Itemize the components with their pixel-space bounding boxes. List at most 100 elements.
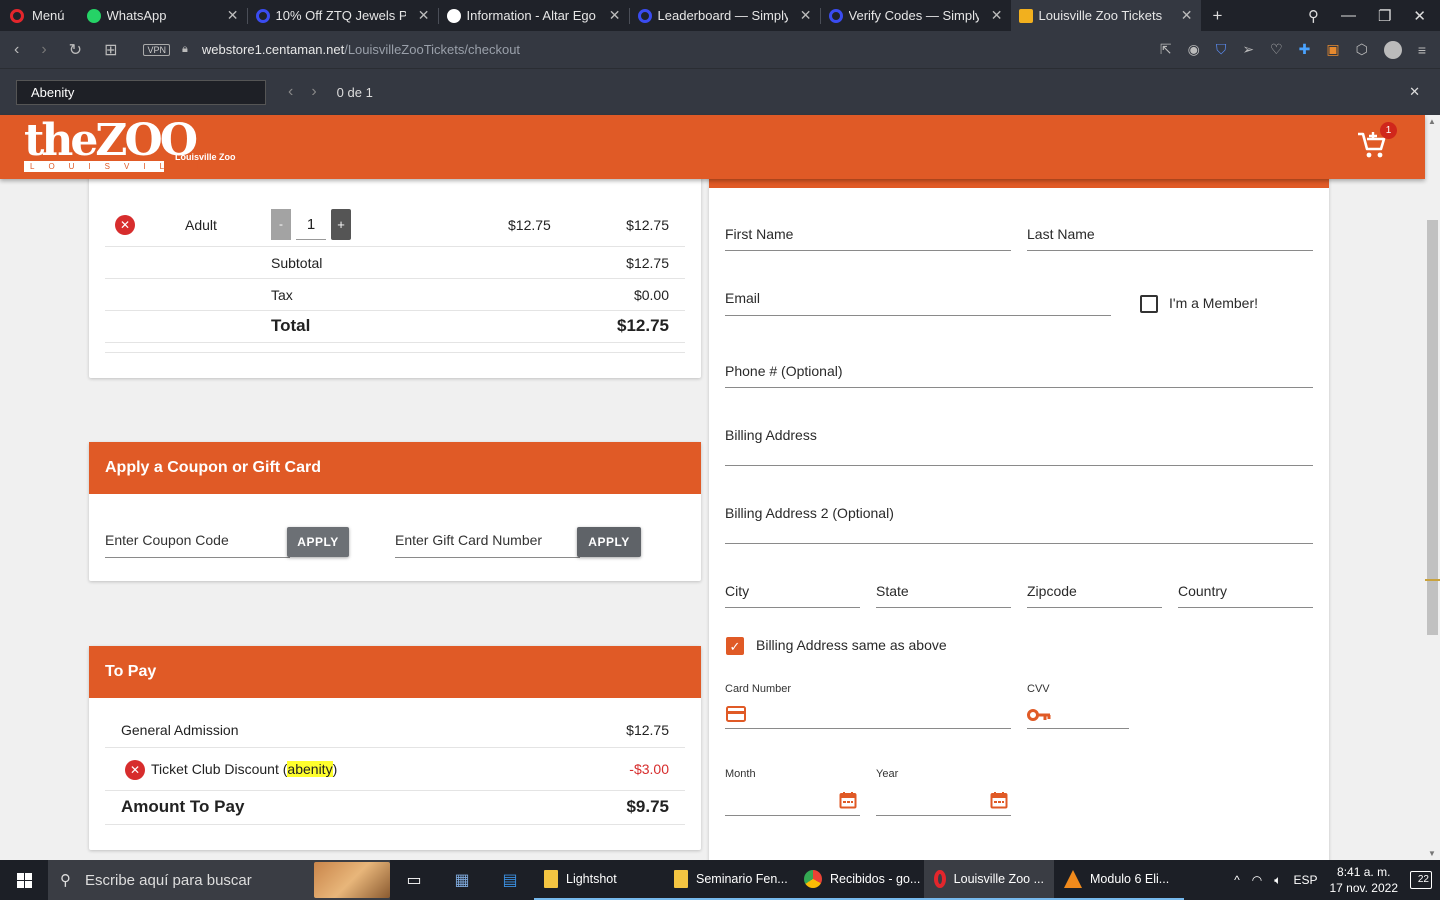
last-name-input[interactable]: [1027, 250, 1313, 251]
network-icon[interactable]: ◠: [1252, 873, 1262, 887]
taskbar-app-lightshot[interactable]: Lightshot: [534, 860, 664, 900]
tab-louisville-zoo[interactable]: Louisville Zoo Tickets ✕: [1010, 0, 1201, 31]
start-button[interactable]: [0, 860, 48, 900]
close-icon[interactable]: ✕: [794, 7, 812, 24]
taskbar-search[interactable]: ⚲ Escribe aquí para buscar: [48, 860, 390, 900]
logo-tagline: Louisville Zoo: [175, 152, 236, 162]
first-name-input[interactable]: [725, 250, 1011, 251]
share-icon[interactable]: ⇱: [1160, 41, 1172, 58]
city-label: City: [725, 583, 750, 599]
language-indicator[interactable]: ESP: [1293, 873, 1317, 887]
find-close-icon[interactable]: ✕: [1409, 84, 1420, 100]
tab-leaderboard[interactable]: Leaderboard — SimplyCo ✕: [630, 0, 820, 31]
calendar-icon[interactable]: [990, 791, 1008, 809]
restore-icon[interactable]: ❐: [1378, 7, 1391, 25]
zipcode-input[interactable]: [1027, 607, 1162, 608]
scroll-down-icon[interactable]: ▼: [1428, 849, 1436, 858]
qty-increment-button[interactable]: +: [331, 209, 351, 240]
tax-value: $0.00: [633, 287, 669, 303]
cart-item-row: ✕ Adult $12.75 $12.75: [105, 192, 685, 247]
back-icon[interactable]: ‹: [14, 41, 19, 59]
calendar-icon[interactable]: [839, 791, 857, 809]
zoo-logo[interactable]: theZOO LOUISVILLE: [24, 119, 202, 172]
qty-decrement-button[interactable]: -: [271, 209, 291, 240]
store-icon[interactable]: ▤: [486, 860, 534, 900]
billing-same-checkbox[interactable]: ✓: [726, 637, 744, 655]
billing-address-2-input[interactable]: [725, 543, 1313, 544]
close-window-icon[interactable]: ✕: [1413, 7, 1426, 25]
apply-gift-card-button[interactable]: APPLY: [577, 527, 641, 557]
taskbar-app-chrome[interactable]: Recibidos - go...: [794, 860, 924, 900]
extension-icon[interactable]: ✚: [1299, 41, 1311, 58]
year-input[interactable]: [876, 815, 1011, 816]
tab-whatsapp[interactable]: WhatsApp ✕: [79, 0, 247, 31]
volume-icon[interactable]: 🔈︎: [1274, 873, 1281, 888]
task-view-icon[interactable]: ▭: [390, 860, 438, 900]
remove-item-icon[interactable]: ✕: [115, 215, 135, 235]
tab-verify-codes[interactable]: Verify Codes — SimplyCo ✕: [821, 0, 1011, 31]
gift-card-input[interactable]: Enter Gift Card Number: [395, 532, 580, 558]
city-input[interactable]: [725, 607, 860, 608]
subtotal-row: Subtotal $12.75: [105, 247, 685, 279]
minimize-icon[interactable]: —: [1341, 7, 1356, 24]
cube-icon[interactable]: ⬡: [1356, 41, 1368, 58]
close-icon[interactable]: ✕: [603, 7, 621, 24]
discount-label-text: Ticket Club Discount (: [151, 761, 288, 777]
tab-ztq-jewels[interactable]: 10% Off ZTQ Jewels Prom ✕: [248, 0, 438, 31]
browser-menu-button[interactable]: Menú: [0, 0, 79, 31]
find-next-icon[interactable]: ›: [311, 83, 316, 101]
simplycodes-icon: [828, 8, 843, 23]
state-label: State: [876, 583, 909, 599]
taskbar-app-seminario[interactable]: Seminario Fen...: [664, 860, 794, 900]
close-icon[interactable]: ✕: [985, 7, 1003, 24]
email-input[interactable]: [725, 315, 1111, 316]
heart-icon[interactable]: ♡: [1270, 41, 1283, 58]
clock[interactable]: 8:41 a. m. 17 nov. 2022: [1329, 864, 1398, 896]
camera-icon[interactable]: ◉: [1188, 41, 1200, 58]
tab-altar-ego[interactable]: Information - Altar Ego - ( ✕: [439, 0, 629, 31]
phone-input[interactable]: [725, 387, 1313, 388]
profile-icon[interactable]: [1383, 40, 1402, 59]
country-input[interactable]: [1178, 607, 1313, 608]
close-icon[interactable]: ✕: [221, 7, 239, 24]
notification-center-icon[interactable]: 22: [1410, 871, 1432, 889]
url-field[interactable]: webstore1.centaman.net/LouisvilleZooTick…: [202, 42, 520, 57]
cvv-label: CVV: [1027, 683, 1050, 695]
card-number-input[interactable]: [725, 728, 1011, 729]
reload-icon[interactable]: ↻: [69, 40, 82, 60]
quantity-field[interactable]: 1: [296, 210, 326, 240]
taskbar-app-opera[interactable]: Louisville Zoo ...: [924, 860, 1054, 900]
vpn-badge[interactable]: VPN: [143, 43, 170, 56]
coupon-code-input[interactable]: Enter Coupon Code: [105, 532, 290, 558]
state-input[interactable]: [876, 607, 1011, 608]
billing-address-input[interactable]: [725, 465, 1313, 466]
scrollbar-thumb[interactable]: [1427, 220, 1438, 635]
close-icon[interactable]: ✕: [412, 7, 430, 24]
phone-label: Phone # (Optional): [725, 363, 843, 379]
shield-icon[interactable]: ⛉: [1216, 41, 1227, 58]
lock-icon[interactable]: 🔒︎: [182, 43, 188, 56]
to-pay-card: To Pay General Admission $12.75 ✕ Ticket…: [89, 646, 701, 850]
chevron-up-icon[interactable]: ^: [1234, 873, 1240, 887]
taskbar-app-vlc[interactable]: Modulo 6 Eli...: [1054, 860, 1184, 900]
find-previous-icon[interactable]: ‹: [288, 83, 293, 101]
calculator-icon[interactable]: ▦: [438, 860, 486, 900]
forward-icon[interactable]: ›: [41, 41, 46, 59]
scroll-up-icon[interactable]: ▲: [1428, 117, 1436, 126]
wallet-extension-icon[interactable]: ▣: [1326, 41, 1339, 58]
search-tabs-icon[interactable]: ⚲: [1308, 7, 1319, 25]
find-input[interactable]: Abenity: [16, 79, 266, 105]
member-checkbox[interactable]: [1140, 295, 1158, 313]
close-icon[interactable]: ✕: [1175, 7, 1193, 24]
cvv-input[interactable]: [1027, 728, 1129, 729]
apply-coupon-button[interactable]: APPLY: [287, 527, 349, 557]
cart-summary-card: ✕ Adult $12.75 $12.75 - 1 + Subtotal $12…: [89, 170, 701, 378]
speed-dial-icon[interactable]: ⊞: [104, 40, 117, 60]
ga-amount: $12.75: [626, 722, 669, 738]
send-icon[interactable]: ➢: [1242, 41, 1254, 58]
page-scrollbar[interactable]: ▲ ▼: [1425, 115, 1440, 860]
new-tab-icon[interactable]: +: [1201, 6, 1223, 26]
month-input[interactable]: [725, 815, 860, 816]
easy-setup-icon[interactable]: ≡: [1418, 42, 1426, 58]
remove-discount-icon[interactable]: ✕: [125, 760, 145, 780]
